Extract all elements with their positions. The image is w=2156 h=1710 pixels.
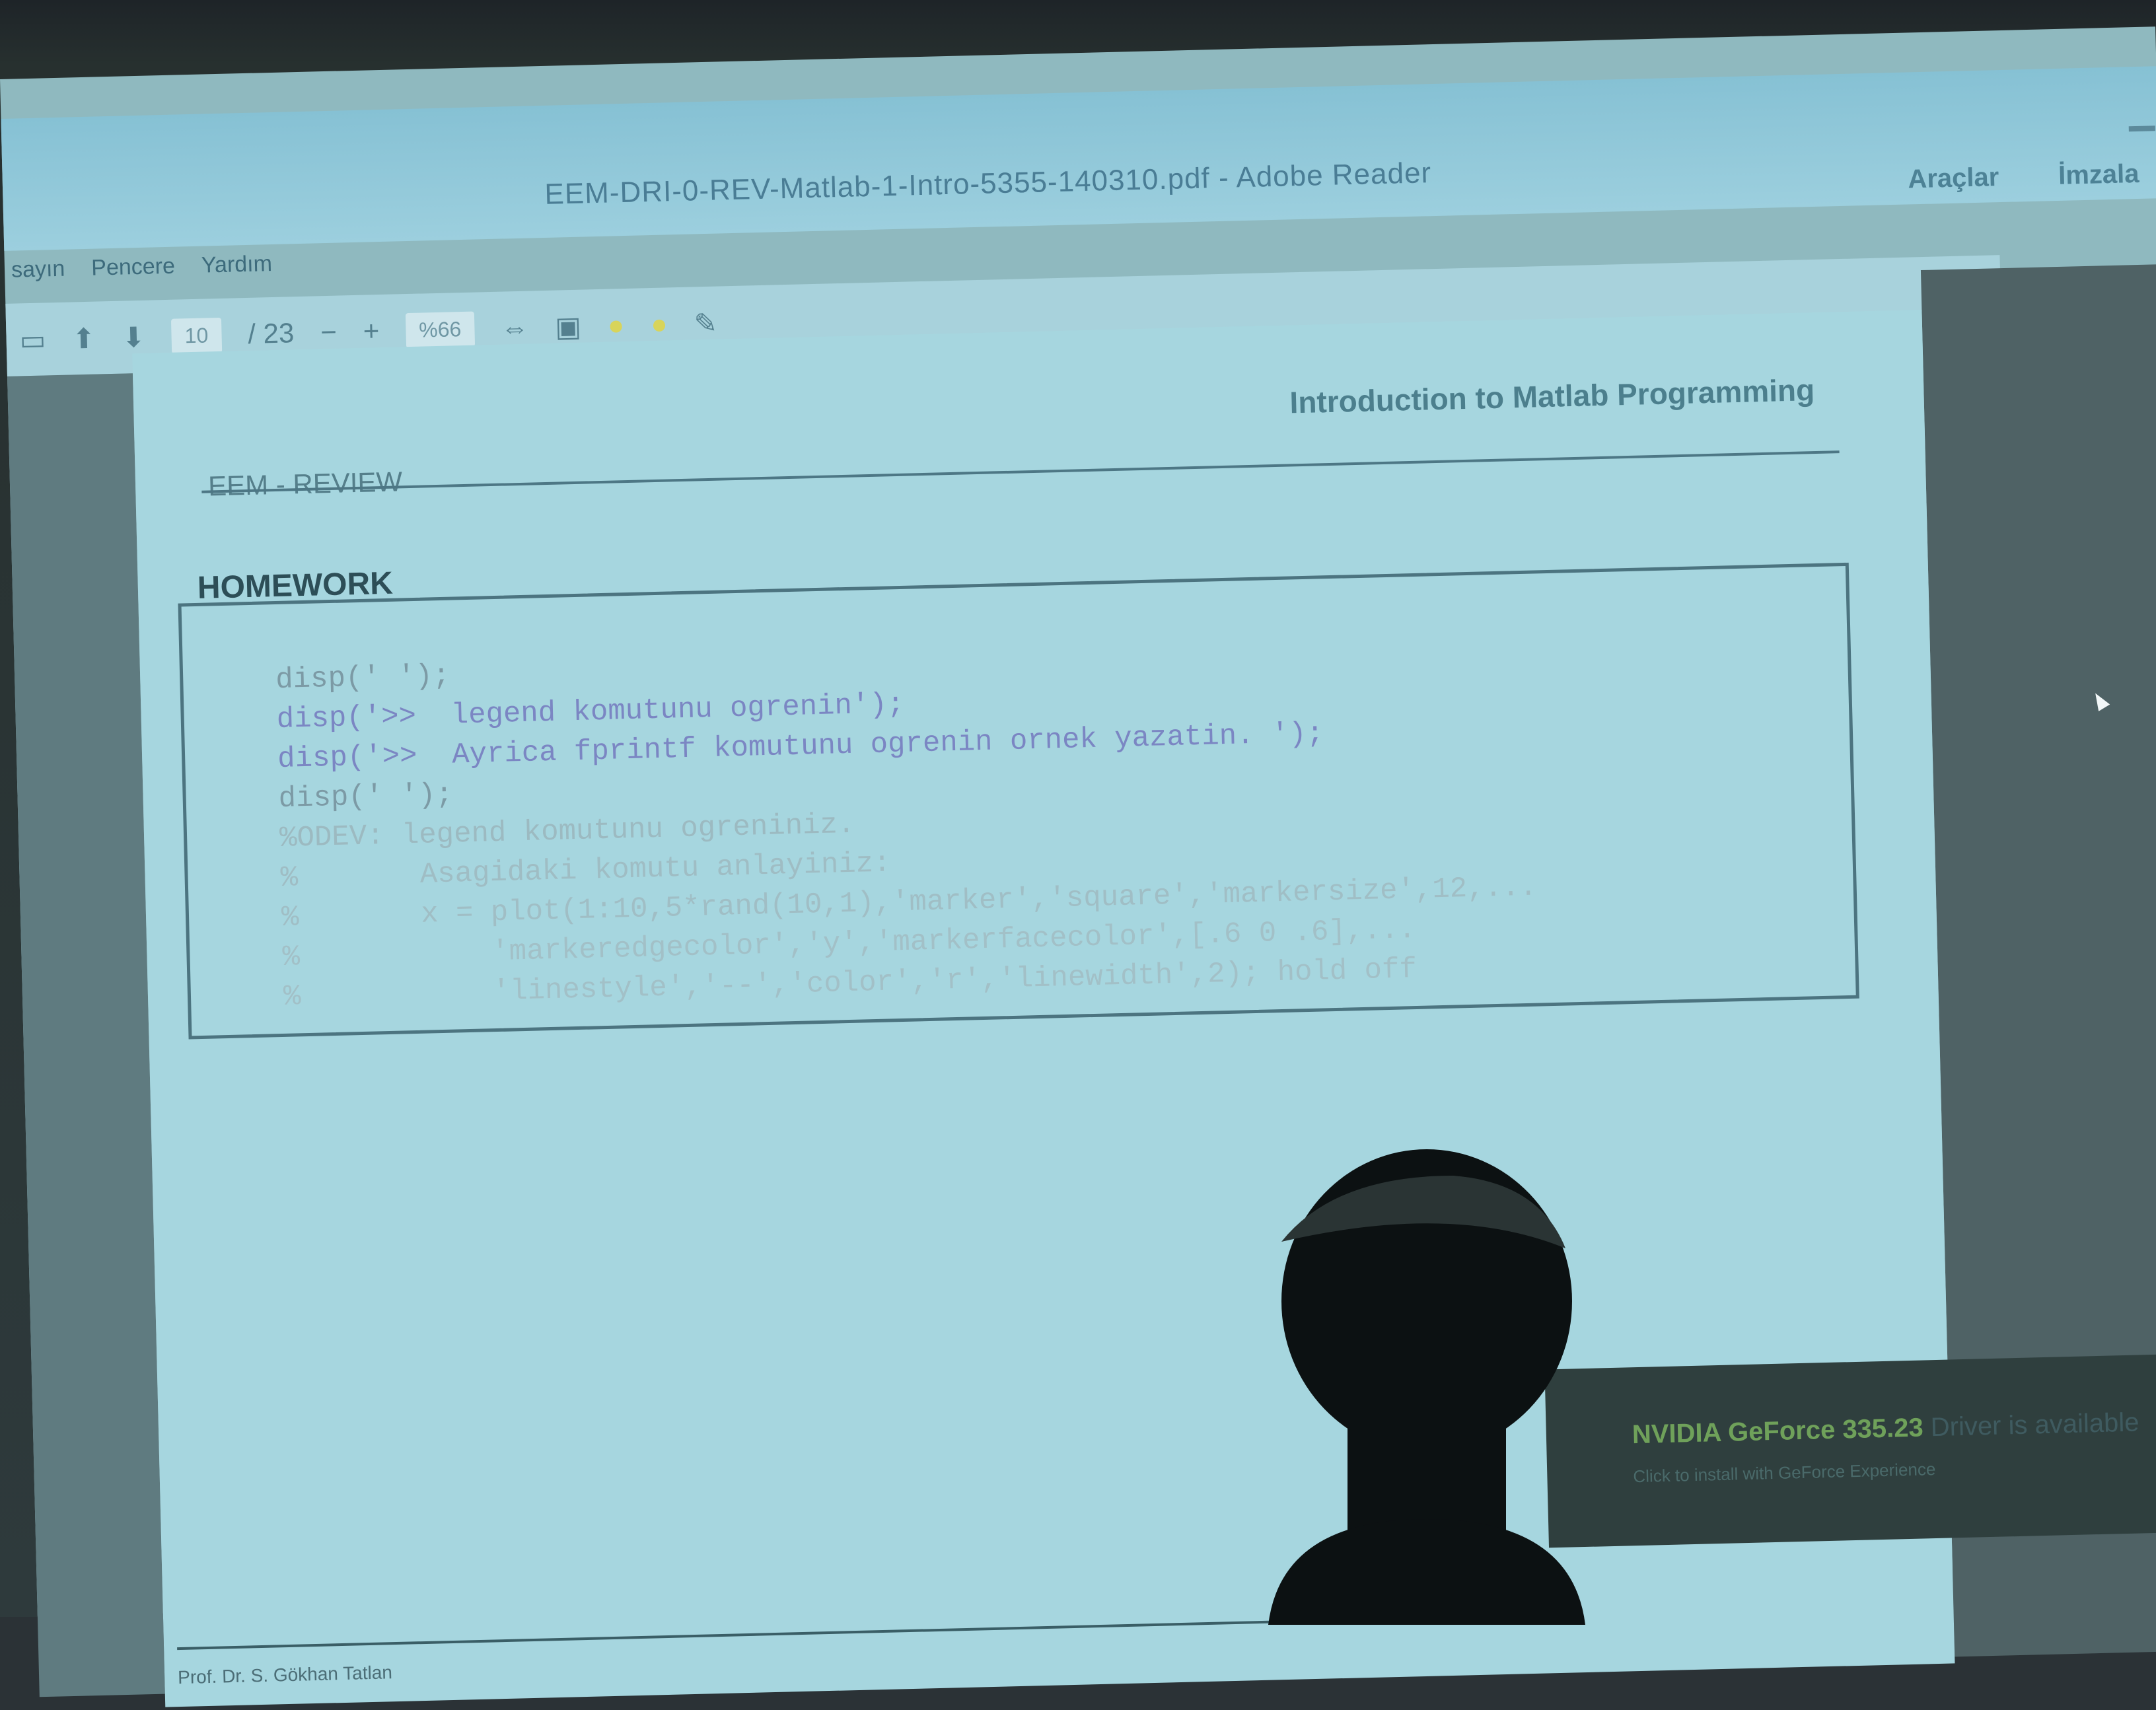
comment-icon[interactable]: ● <box>651 308 668 340</box>
page-header-title: Introduction to Matlab Programming <box>1289 373 1815 420</box>
minimize-icon[interactable] <box>2128 125 2155 132</box>
code-line: % Asagidaki komutu anlayiniz: <box>280 847 892 895</box>
audience-silhouette <box>1268 1149 1585 1625</box>
fit-page-icon[interactable]: ▣ <box>555 310 582 343</box>
next-page-icon[interactable]: ⬇ <box>122 320 145 353</box>
zoom-in-icon[interactable]: + <box>363 315 380 347</box>
window-title: EEM-DRI-0-REV-Matlab-1-Intro-5355-140310… <box>544 157 1432 211</box>
menu-item-view[interactable]: sayın <box>11 256 66 304</box>
code-line: %ODEV: legend komutunu ogreniniz. <box>279 808 855 855</box>
code-line: disp(' '); <box>275 659 450 697</box>
page-total: / 23 <box>247 317 295 349</box>
sign-tab[interactable]: İmzala <box>2058 159 2139 191</box>
sidebar-toggle-icon[interactable]: ▭ <box>19 323 46 356</box>
top-right-tools: Araçlar İmzala <box>1908 159 2139 195</box>
prev-page-icon[interactable]: ⬆ <box>72 322 96 355</box>
notification-title: NVIDIA GeForce 335.23 Driver is availabl… <box>1632 1407 2139 1450</box>
header-divider <box>201 450 1840 493</box>
menu-item-help[interactable]: Yardım <box>201 251 273 299</box>
sign-icon[interactable]: ✎ <box>694 306 717 339</box>
page-footer: Prof. Dr. S. Gökhan Tatlan <box>177 1662 393 1688</box>
notification-subtitle: Click to install with GeForce Experience <box>1633 1459 1936 1487</box>
code-line: disp('>> legend komutunu ogrenin'); <box>276 688 905 737</box>
menu-item-window[interactable]: Pencere <box>91 254 176 302</box>
notification-product: NVIDIA GeForce 335.23 <box>1632 1413 1924 1450</box>
projected-screen: EEM-DRI-0-REV-Matlab-1-Intro-5355-140310… <box>0 26 2156 1707</box>
notification-status: Driver is available <box>1930 1407 2139 1443</box>
highlight-icon[interactable]: ● <box>607 309 625 341</box>
fit-width-icon[interactable]: ⇔ <box>501 312 529 344</box>
tools-tab[interactable]: Araçlar <box>1908 162 1999 194</box>
page-number-input[interactable]: 10 <box>171 317 222 354</box>
zoom-select[interactable]: %66 <box>405 311 475 348</box>
page-header-course: EEM - REVIEW <box>207 466 403 502</box>
code-line: disp(' '); <box>278 778 454 816</box>
code-block: disp(' '); disp('>> legend komutunu ogre… <box>178 562 1859 1040</box>
nvidia-notification[interactable]: NVIDIA GeForce 335.23 Driver is availabl… <box>1544 1353 2156 1548</box>
zoom-out-icon[interactable]: − <box>320 316 338 349</box>
